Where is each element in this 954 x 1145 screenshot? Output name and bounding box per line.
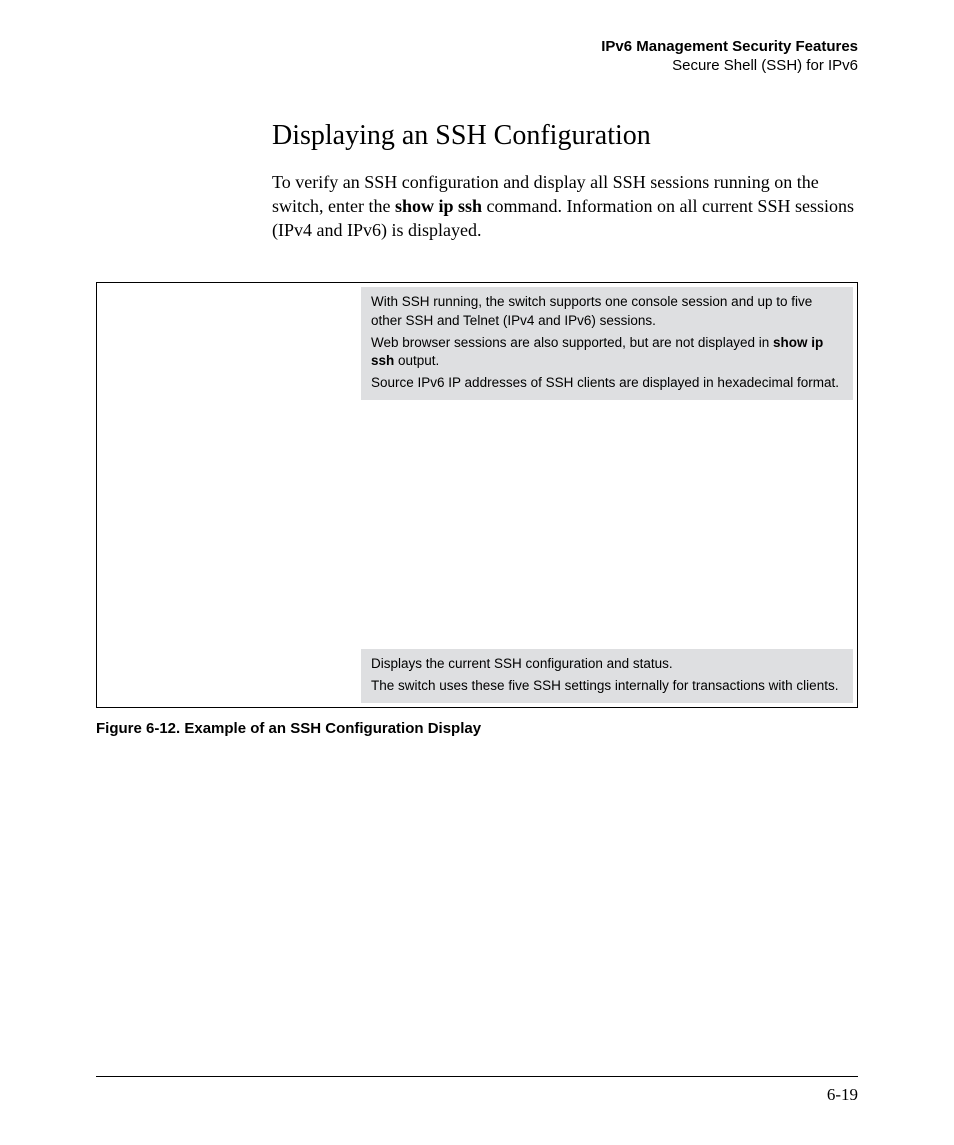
figure-caption: Figure 6-12. Example of an SSH Configura… <box>96 720 858 737</box>
section-title: Displaying an SSH Configuration <box>272 120 858 152</box>
callout-bottom-line1: Displays the current SSH configuration a… <box>371 655 843 673</box>
page-number: 6-19 <box>827 1085 858 1105</box>
header-subtitle: Secure Shell (SSH) for IPv6 <box>96 57 858 76</box>
callout-top-line2: Web browser sessions are also supported,… <box>371 334 843 370</box>
page: IPv6 Management Security Features Secure… <box>0 0 954 1145</box>
callout-top-line3: Source IPv6 IP addresses of SSH clients … <box>371 374 843 392</box>
header-title: IPv6 Management Security Features <box>96 38 858 57</box>
callout-top-line1: With SSH running, the switch supports on… <box>371 293 843 329</box>
command-name: show ip ssh <box>395 196 482 216</box>
callout-bottom-line2: The switch uses these five SSH settings … <box>371 677 843 695</box>
footer-rule <box>96 1076 858 1077</box>
callout-top-line2-pre: Web browser sessions are also supported,… <box>371 335 773 350</box>
callout-top-line2-post: output. <box>394 353 439 368</box>
callout-bottom: Displays the current SSH configuration a… <box>361 649 853 703</box>
running-header: IPv6 Management Security Features Secure… <box>96 38 858 76</box>
body-paragraph: To verify an SSH configuration and displ… <box>272 170 858 243</box>
callout-top: With SSH running, the switch supports on… <box>361 287 853 400</box>
figure-box: With SSH running, the switch supports on… <box>96 282 858 708</box>
